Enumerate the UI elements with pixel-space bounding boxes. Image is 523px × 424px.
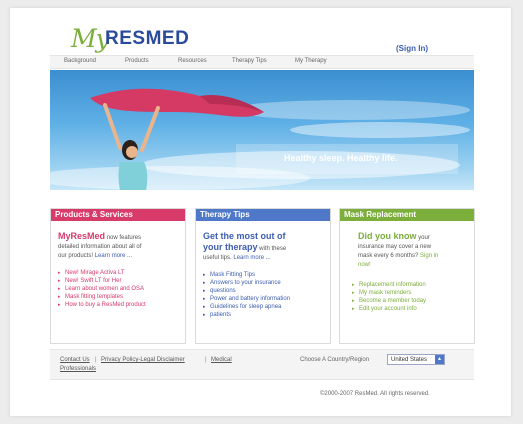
mask-bullet-item[interactable]: Edit your account info bbox=[352, 305, 426, 313]
tips-bullet-item-continued[interactable]: patients bbox=[203, 311, 290, 319]
products-bullet-item[interactable]: How to buy a ResMed product bbox=[58, 301, 146, 309]
mask-title-bold: Did you know bbox=[358, 231, 417, 241]
nav-item-my-therapy[interactable]: My Therapy bbox=[295, 58, 327, 64]
products-intro-line: MyResMed now features bbox=[58, 231, 141, 241]
mask-bullet-list: Replacement information My mask reminder… bbox=[352, 281, 426, 313]
products-learn-more-link[interactable]: Learn more ... bbox=[95, 253, 132, 259]
sign-in-link[interactable]: (Sign In) bbox=[396, 44, 428, 53]
country-region-label: Choose A Country/Region bbox=[300, 357, 370, 363]
therapy-tips-panel: Therapy Tips Get the most out of your th… bbox=[195, 208, 331, 344]
hero-tagline: Healthy sleep. Healthy life. bbox=[284, 153, 398, 163]
therapy-tips-header[interactable]: Therapy Tips bbox=[196, 209, 330, 221]
tips-bullet-item-continued[interactable]: questions bbox=[203, 287, 290, 295]
mask-line3-text: mask every 6 months? bbox=[358, 253, 421, 259]
tips-bullet-list: Mask Fitting Tips Answers to your insura… bbox=[203, 271, 290, 319]
footer-bar: Contact Us | Privacy Policy-Legal Discla… bbox=[50, 349, 474, 380]
tips-bullet-item[interactable]: Power and battery information bbox=[203, 295, 290, 303]
mask-replacement-header[interactable]: Mask Replacement bbox=[340, 209, 474, 221]
privacy-policy-link[interactable]: Privacy Policy-Legal Disclaimer bbox=[101, 357, 185, 363]
hero-banner: Healthy sleep. Healthy life. bbox=[50, 70, 474, 190]
products-services-panel: Products & Services MyResMed now feature… bbox=[50, 208, 186, 344]
country-select-value: United States bbox=[391, 357, 428, 363]
products-bullet-item[interactable]: Mask fitting templates bbox=[58, 293, 146, 301]
medical-professionals-link-line2[interactable]: Professionals bbox=[60, 366, 96, 372]
logo-my-text: My bbox=[71, 24, 110, 53]
products-intro-line2: detailed information about all of bbox=[58, 244, 142, 250]
mask-replacement-panel: Mask Replacement Did you know your insur… bbox=[339, 208, 475, 344]
products-bullet-item[interactable]: New! Mirage Activa LT bbox=[58, 269, 146, 277]
tips-bullet-item[interactable]: Mask Fitting Tips bbox=[203, 271, 290, 279]
nav-item-products[interactable]: Products bbox=[125, 58, 149, 64]
tips-bullet-item[interactable]: Answers to your insurance bbox=[203, 279, 290, 287]
products-bullet-list: New! Mirage Activa LT New! Swift LT for … bbox=[58, 269, 146, 309]
dropdown-arrow-icon: ▴ bbox=[435, 355, 444, 364]
logo-resmed-text: RESMED bbox=[105, 28, 190, 49]
copyright-text: ©2000-2007 ResMed. All rights reserved. bbox=[320, 391, 430, 397]
tips-title-line1: Get the most out of bbox=[203, 231, 286, 241]
mask-sign-in-now-link[interactable]: now! bbox=[358, 262, 371, 268]
mask-bullet-item[interactable]: My mask reminders bbox=[352, 289, 426, 297]
tips-title-line2: your therapy with these bbox=[203, 242, 286, 252]
products-intro-line3: our products! Learn more ... bbox=[58, 253, 132, 259]
tips-bullet-item[interactable]: Guidelines for sleep apnea bbox=[203, 303, 290, 311]
contact-us-link[interactable]: Contact Us bbox=[60, 357, 90, 363]
products-intro-rest: now features bbox=[105, 235, 142, 241]
medical-professionals-link[interactable]: Medical bbox=[211, 357, 232, 363]
nav-item-background[interactable]: Background bbox=[64, 58, 96, 64]
products-bullet-item[interactable]: Learn about women and OSA bbox=[58, 285, 146, 293]
tips-intro-line3: useful tips. Learn more ... bbox=[203, 255, 271, 261]
tips-learn-more-link[interactable]: Learn more ... bbox=[233, 255, 270, 261]
footer-separator: | bbox=[205, 357, 207, 363]
nav-item-resources[interactable]: Resources bbox=[178, 58, 207, 64]
mask-bullet-item[interactable]: Replacement information bbox=[352, 281, 426, 289]
mask-title-line: Did you know your bbox=[358, 231, 430, 241]
nav-item-therapy-tips[interactable]: Therapy Tips bbox=[232, 58, 267, 64]
products-intro-line3-text: our products! bbox=[58, 253, 95, 259]
mask-line3: mask every 6 months? Sign in bbox=[358, 253, 438, 259]
country-select[interactable]: United States ▴ bbox=[387, 354, 445, 365]
products-bullet-item[interactable]: New! Swift LT for Her bbox=[58, 277, 146, 285]
tips-title-line2-bold: your therapy bbox=[203, 242, 258, 252]
tips-intro-line3-text: useful tips. bbox=[203, 255, 234, 261]
products-intro-bold: MyResMed bbox=[58, 231, 106, 241]
mask-bullet-item[interactable]: Become a member today bbox=[352, 297, 426, 305]
mask-sign-in-link[interactable]: Sign in bbox=[420, 253, 438, 259]
products-services-header[interactable]: Products & Services bbox=[51, 209, 185, 221]
footer-separator: | bbox=[95, 357, 97, 363]
main-nav: Background Products Resources Therapy Ti… bbox=[50, 55, 474, 69]
mask-line2: insurance may cover a new bbox=[358, 244, 432, 250]
mask-title-rest: your bbox=[416, 235, 430, 241]
tips-title-line2-rest: with these bbox=[257, 246, 287, 252]
